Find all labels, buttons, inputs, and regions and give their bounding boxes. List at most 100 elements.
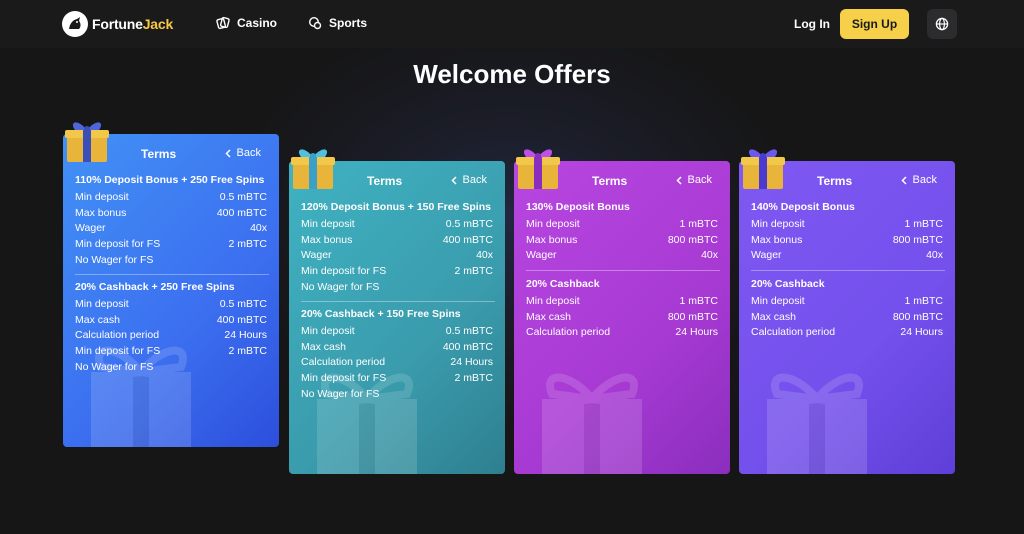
term-row: Max bonus 400 mBTC [301,233,493,249]
term-value: 40x [250,222,267,235]
term-label: No Wager for FS [75,360,154,373]
term-label: Max bonus [526,233,578,246]
term-label: Min deposit [526,218,580,230]
section-title: 120% Deposit Bonus + 150 Free Spins [301,201,491,213]
back-label: Back [912,174,937,186]
top-header: FortuneJack Casino Sports Log In Sign Up [0,0,1024,48]
sports-ball-icon [308,16,322,30]
term-value: 0.5 mBTC [445,218,493,230]
term-value: 24 Hours [900,326,943,339]
chevron-left-icon [675,175,682,185]
section-title: 130% Deposit Bonus [526,201,630,213]
term-row: Wager 40x [526,248,718,264]
gift-box-icon [516,149,560,189]
back-button[interactable]: Back [224,147,261,159]
back-label: Back [462,174,487,186]
term-value: 2 mBTC [454,265,493,278]
term-value: 800 mBTC [667,310,718,323]
offer-section: 20% Cashback + 150 Free Spins Min deposi… [301,306,493,402]
terms-label: Terms [367,174,403,188]
section-title: 110% Deposit Bonus + 250 Free Spins [75,174,265,186]
term-row: Min deposit for FS 2 mBTC [301,371,493,387]
term-label: Min deposit [75,191,129,203]
back-button[interactable]: Back [675,174,712,186]
section-title: 140% Deposit Bonus [751,201,855,213]
section-divider [751,270,945,271]
gift-box-icon [65,122,109,162]
term-row: Min deposit 0.5 mBTC [75,190,267,206]
term-value: 0.5 mBTC [219,298,267,310]
term-row: Min deposit 0.5 mBTC [301,324,493,340]
gift-box-icon [291,149,335,189]
term-value: 1 mBTC [904,295,943,307]
term-row: Max bonus 400 mBTC [75,206,267,222]
back-button[interactable]: Back [900,174,937,186]
term-row: Min deposit for FS 2 mBTC [301,264,493,280]
term-label: Min deposit for FS [75,238,161,251]
term-value: 400 mBTC [216,313,267,326]
term-value: 400 mBTC [442,340,493,353]
back-label: Back [687,174,712,186]
nav-sports[interactable]: Sports [308,16,367,30]
nav-casino-label: Casino [237,16,278,30]
fortunejack-logo[interactable]: FortuneJack [62,11,173,37]
back-button[interactable]: Back [450,174,487,186]
term-row: Max cash 400 mBTC [301,340,493,356]
term-label: Max bonus [75,206,127,219]
nav-sports-label: Sports [329,16,368,30]
term-label: Max cash [301,340,346,353]
offer-section: 130% Deposit Bonus Min deposit 1 mBTC Max… [526,199,718,264]
offer-section: 120% Deposit Bonus + 150 Free Spins Min … [301,199,493,295]
term-row: Wager 40x [751,248,943,264]
term-label: Min deposit [301,325,355,337]
term-label: Min deposit [75,298,129,310]
nav-casino[interactable]: Casino [216,16,277,30]
terms-label: Terms [141,147,177,161]
term-label: Min deposit for FS [301,372,387,385]
offer-section: 110% Deposit Bonus + 250 Free Spins Min … [75,172,267,268]
term-label: Wager [301,249,332,262]
term-value: 800 mBTC [667,233,718,246]
term-value: 40x [926,249,943,262]
term-value: 24 Hours [224,329,267,342]
term-row: Max bonus 800 mBTC [751,233,943,249]
term-label: Max cash [526,310,571,323]
term-label: Wager [751,249,782,262]
term-row: Max cash 800 mBTC [751,310,943,326]
term-label: Wager [75,222,106,235]
term-label: Calculation period [75,329,160,342]
term-value: 1 mBTC [679,295,718,307]
term-value: 2 mBTC [228,238,267,251]
term-label: Wager [526,249,557,262]
offer-card-2: Terms Back 120% Deposit Bonus + 150 Free… [289,161,505,474]
term-value: 800 mBTC [892,233,943,246]
section-title: 20% Cashback [751,278,825,290]
term-label: Calculation period [301,356,386,369]
gift-watermark-icon [767,373,867,474]
language-button[interactable] [927,9,957,39]
chevron-left-icon [224,148,231,158]
section-title: 20% Cashback + 150 Free Spins [301,308,461,320]
term-row: Min deposit for FS 2 mBTC [75,237,267,253]
signup-button[interactable]: Sign Up [840,9,909,39]
offer-card-1: Terms Back 110% Deposit Bonus + 250 Free… [63,134,279,447]
term-value: 40x [701,249,718,262]
term-label: Min deposit [526,295,580,307]
term-value: 0.5 mBTC [219,191,267,203]
term-row: Max bonus 800 mBTC [526,233,718,249]
term-row: No Wager for FS [301,280,493,296]
term-value: 1 mBTC [904,218,943,230]
login-button[interactable]: Log In [794,17,830,31]
term-label: No Wager for FS [301,280,380,293]
section-divider [75,274,269,275]
term-row: Max cash 800 mBTC [526,310,718,326]
section-title: 20% Cashback + 250 Free Spins [75,281,235,293]
term-value: 400 mBTC [216,206,267,219]
term-row: Calculation period 24 Hours [526,325,718,341]
term-label: Max cash [751,310,796,323]
terms-label: Terms [592,174,628,188]
offer-card-4: Terms Back 140% Deposit Bonus Min deposi… [739,161,955,474]
term-row: Min deposit for FS 2 mBTC [75,344,267,360]
offer-section: 140% Deposit Bonus Min deposit 1 mBTC Max… [751,199,943,264]
term-row: Wager 40x [301,248,493,264]
